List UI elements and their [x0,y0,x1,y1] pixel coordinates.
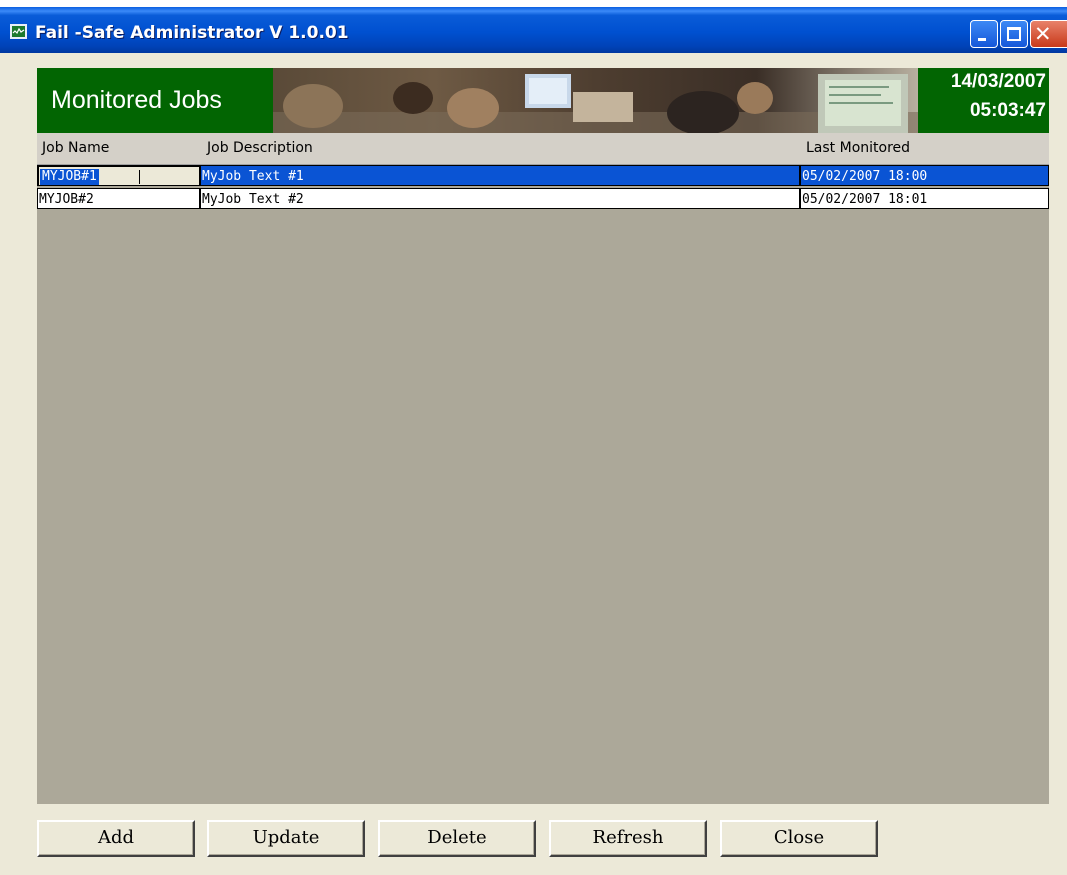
page-title: Monitored Jobs [51,86,222,114]
close-icon: ✕ [1034,22,1052,46]
top-edge [0,0,1067,7]
job-description-cell[interactable]: MyJob Text #2 [200,188,800,209]
maximize-icon [1007,27,1021,41]
app-window: Fail -Safe Administrator V 1.0.01 ✕ Moni… [0,0,1067,875]
last-monitored-cell[interactable]: 05/02/2007 18:01 [800,188,1049,209]
job-name-cell[interactable]: MYJOB#2 [37,188,200,209]
column-header-job-description[interactable]: Job Description [207,133,313,164]
refresh-button[interactable]: Refresh [549,820,707,857]
job-name-edit-cell[interactable]: MYJOB#1 [37,165,200,186]
minimize-button[interactable] [970,20,998,48]
window-title: Fail -Safe Administrator V 1.0.01 [35,23,349,43]
minimize-icon [978,38,986,41]
maximize-button[interactable] [1000,20,1028,48]
table-row[interactable]: MYJOB#2 MyJob Text #2 05/02/2007 18:01 [37,188,1049,211]
job-name-edit-box[interactable]: MYJOB#1 [38,166,199,185]
text-caret [139,170,140,184]
last-monitored-cell[interactable]: 05/02/2007 18:00 [800,165,1049,186]
job-description-cell[interactable]: MyJob Text #1 [200,165,800,186]
title-bar[interactable]: Fail -Safe Administrator V 1.0.01 ✕ [0,7,1067,53]
banner-time: 05:03:47 [969,100,1046,121]
add-button[interactable]: Add [37,820,195,857]
close-button[interactable]: Close [720,820,878,857]
app-icon[interactable] [10,24,27,39]
office-photo [273,68,918,133]
table-row[interactable]: MYJOB#1 MyJob Text #1 05/02/2007 18:00 [37,165,1049,188]
banner-date: 14/03/2007 [950,71,1046,92]
delete-button[interactable]: Delete [378,820,536,857]
close-window-button[interactable]: ✕ [1030,20,1067,48]
header-banner: Monitored Jobs 14/03/2007 05:03:47 [37,68,1049,133]
column-header-last-monitored[interactable]: Last Monitored [806,133,910,164]
update-button[interactable]: Update [207,820,365,857]
grid-header: Job Name Job Description Last Monitored [37,133,1049,165]
job-name-selected-text: MYJOB#1 [40,169,99,185]
column-header-job-name[interactable]: Job Name [42,133,109,164]
jobs-grid[interactable]: Job Name Job Description Last Monitored … [37,133,1049,804]
